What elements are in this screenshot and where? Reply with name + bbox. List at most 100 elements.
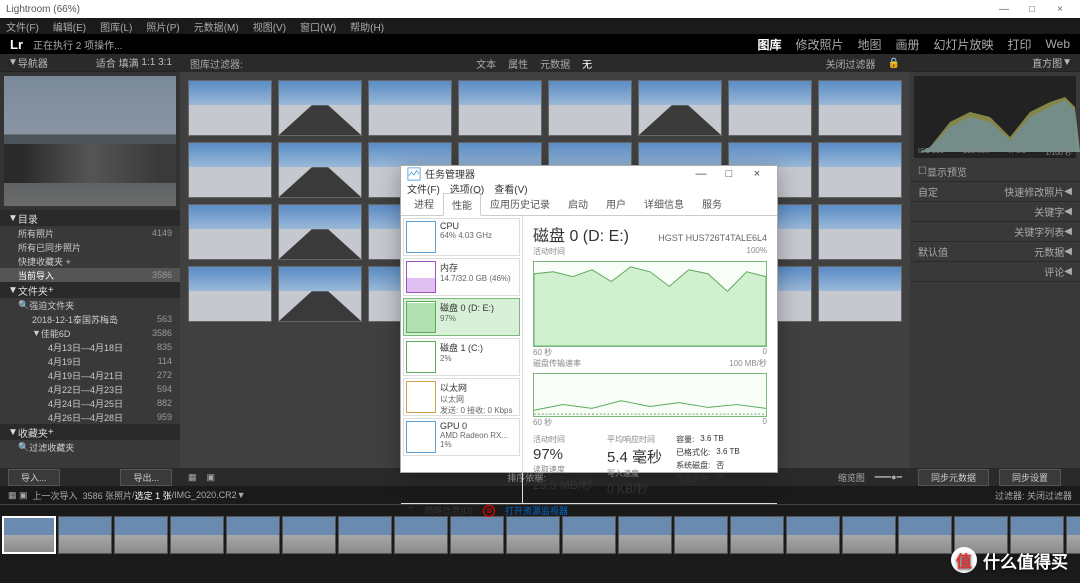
- thumbnail[interactable]: [638, 80, 722, 136]
- folder-item[interactable]: 4月22日—4月23日594: [0, 382, 180, 396]
- less-info[interactable]: 简略信息(D): [425, 504, 474, 517]
- collections-header[interactable]: ▼ 收藏夹+: [0, 424, 180, 440]
- menu-view[interactable]: 视图(V): [253, 19, 286, 34]
- film-thumb[interactable]: [226, 516, 280, 554]
- menu-photo[interactable]: 照片(P): [146, 19, 179, 34]
- chevron-up-icon[interactable]: ⌃: [407, 505, 415, 516]
- preview-checkbox[interactable]: ☐ 显示预览: [910, 162, 1080, 182]
- filter-off[interactable]: 关闭过滤器: [1027, 489, 1072, 502]
- film-thumb[interactable]: [674, 516, 728, 554]
- thumbnail[interactable]: [818, 204, 902, 260]
- tab-history[interactable]: 应用历史记录: [481, 192, 559, 215]
- nav-fit[interactable]: 适合: [96, 55, 116, 70]
- thumbnail[interactable]: [728, 80, 812, 136]
- quick-dev-row[interactable]: 自定快速修改照片 ◀: [910, 182, 1080, 202]
- folder-item[interactable]: 4月13日—4月18日835: [0, 340, 180, 354]
- perf-item-gpu[interactable]: GPU 0AMD Radeon RX...1%: [403, 418, 520, 456]
- nav-slideshow[interactable]: 幻灯片放映: [934, 36, 994, 53]
- filter-text[interactable]: 文本: [476, 56, 496, 71]
- film-thumb[interactable]: [730, 516, 784, 554]
- minimize-button[interactable]: —: [990, 4, 1018, 15]
- menu-metadata[interactable]: 元数据(M): [194, 19, 239, 34]
- film-thumb[interactable]: [450, 516, 504, 554]
- nav-develop[interactable]: 修改照片: [795, 36, 843, 53]
- metadata-row[interactable]: 默认值元数据 ◀: [910, 242, 1080, 262]
- film-thumb[interactable]: [394, 516, 448, 554]
- thumbnail[interactable]: [278, 80, 362, 136]
- film-thumb[interactable]: [618, 516, 672, 554]
- loupe-view-icon[interactable]: ▣: [207, 472, 216, 483]
- collection-filter[interactable]: 🔍 过滤收藏夹: [0, 440, 180, 454]
- export-button[interactable]: 导出...: [120, 469, 172, 486]
- filter-none[interactable]: 无: [582, 56, 592, 71]
- thumbnail[interactable]: [368, 80, 452, 136]
- folder-item[interactable]: 4月19日114: [0, 354, 180, 368]
- perf-item-mem[interactable]: 内存14.7/32.0 GB (46%): [403, 258, 520, 296]
- thumbnail[interactable]: [278, 266, 362, 322]
- film-thumb[interactable]: [282, 516, 336, 554]
- catalog-header[interactable]: ▼ 目录: [0, 210, 180, 226]
- folders-header[interactable]: ▼ 文件夹+: [0, 282, 180, 298]
- sync-meta-button[interactable]: 同步元数据: [918, 469, 989, 486]
- folder-item[interactable]: ▼ 佳能6D3586: [0, 326, 180, 340]
- keyword-list-row[interactable]: 关键字列表 ◀: [910, 222, 1080, 242]
- maximize-button[interactable]: □: [1018, 4, 1046, 15]
- taskman-titlebar[interactable]: 任务管理器 — □ ×: [401, 166, 777, 181]
- catalog-synced[interactable]: 所有已同步照片: [0, 240, 180, 254]
- navigator-header[interactable]: ▼ 导航器 适合 填满 1:1 3:1: [0, 54, 180, 72]
- comments-row[interactable]: 评论 ◀: [910, 262, 1080, 282]
- grid-icon[interactable]: ▦ ▣: [8, 490, 28, 501]
- grid-view-icon[interactable]: ▦: [188, 472, 197, 483]
- nav-library[interactable]: 图库: [757, 36, 781, 53]
- folder-item[interactable]: 4月26日—4月28日959: [0, 410, 180, 424]
- perf-item-cpu[interactable]: CPU64% 4.03 GHz: [403, 218, 520, 256]
- film-thumb[interactable]: [506, 516, 560, 554]
- nav-ratio[interactable]: 1:1: [141, 57, 155, 68]
- thumbnail[interactable]: [818, 80, 902, 136]
- thumbnail[interactable]: [188, 142, 272, 198]
- film-thumb[interactable]: [786, 516, 840, 554]
- tab-processes[interactable]: 进程: [405, 192, 443, 215]
- nav-map[interactable]: 地图: [857, 36, 881, 53]
- folder-item[interactable]: 4月24日—4月25日882: [0, 396, 180, 410]
- perf-item-eth[interactable]: 以太网以太网发送: 0 接收: 0 Kbps: [403, 378, 520, 416]
- folder-filter[interactable]: 🔍 强迫文件夹: [0, 298, 180, 312]
- close-button[interactable]: ×: [1046, 4, 1074, 15]
- tab-performance[interactable]: 性能: [443, 193, 481, 216]
- film-thumb[interactable]: [170, 516, 224, 554]
- film-thumb[interactable]: [58, 516, 112, 554]
- thumbnail[interactable]: [188, 204, 272, 260]
- keywords-row[interactable]: 关键字 ◀: [910, 202, 1080, 222]
- film-thumb[interactable]: [114, 516, 168, 554]
- nav-print[interactable]: 打印: [1008, 36, 1032, 53]
- tab-services[interactable]: 服务: [693, 192, 731, 215]
- thumbnail[interactable]: [188, 266, 272, 322]
- histogram-header[interactable]: 直方图 ▼: [910, 54, 1080, 72]
- perf-item-disk2[interactable]: 磁盘 1 (C:)2%: [403, 338, 520, 376]
- menu-help[interactable]: 帮助(H): [350, 19, 384, 34]
- folder-item[interactable]: 2018-12-1泰国苏梅岛563: [0, 312, 180, 326]
- menu-library[interactable]: 图库(L): [100, 19, 132, 34]
- menu-edit[interactable]: 编辑(E): [53, 19, 86, 34]
- folder-item[interactable]: 4月19日—4月21日272: [0, 368, 180, 382]
- catalog-current-import[interactable]: 当前导入3586: [0, 268, 180, 282]
- filter-attr[interactable]: 属性: [508, 56, 528, 71]
- navigator-preview[interactable]: [0, 72, 180, 210]
- catalog-all-photos[interactable]: 所有照片4149: [0, 226, 180, 240]
- taskman-close[interactable]: ×: [743, 168, 771, 180]
- thumbnail[interactable]: [278, 204, 362, 260]
- sync-settings-button[interactable]: 同步设置: [999, 469, 1061, 486]
- nav-book[interactable]: 画册: [895, 36, 919, 53]
- film-thumb[interactable]: [898, 516, 952, 554]
- thumbnail[interactable]: [458, 80, 542, 136]
- import-button[interactable]: 导入...: [8, 469, 60, 486]
- close-filter[interactable]: 关闭过滤器: [826, 56, 876, 71]
- nav-web[interactable]: Web: [1046, 37, 1070, 51]
- tab-users[interactable]: 用户: [597, 192, 635, 215]
- film-thumb[interactable]: [562, 516, 616, 554]
- thumbnail[interactable]: [818, 266, 902, 322]
- taskman-max[interactable]: □: [715, 168, 743, 180]
- menu-file[interactable]: 文件(F): [6, 19, 39, 34]
- taskman-min[interactable]: —: [687, 168, 715, 180]
- film-thumb[interactable]: [1066, 516, 1080, 554]
